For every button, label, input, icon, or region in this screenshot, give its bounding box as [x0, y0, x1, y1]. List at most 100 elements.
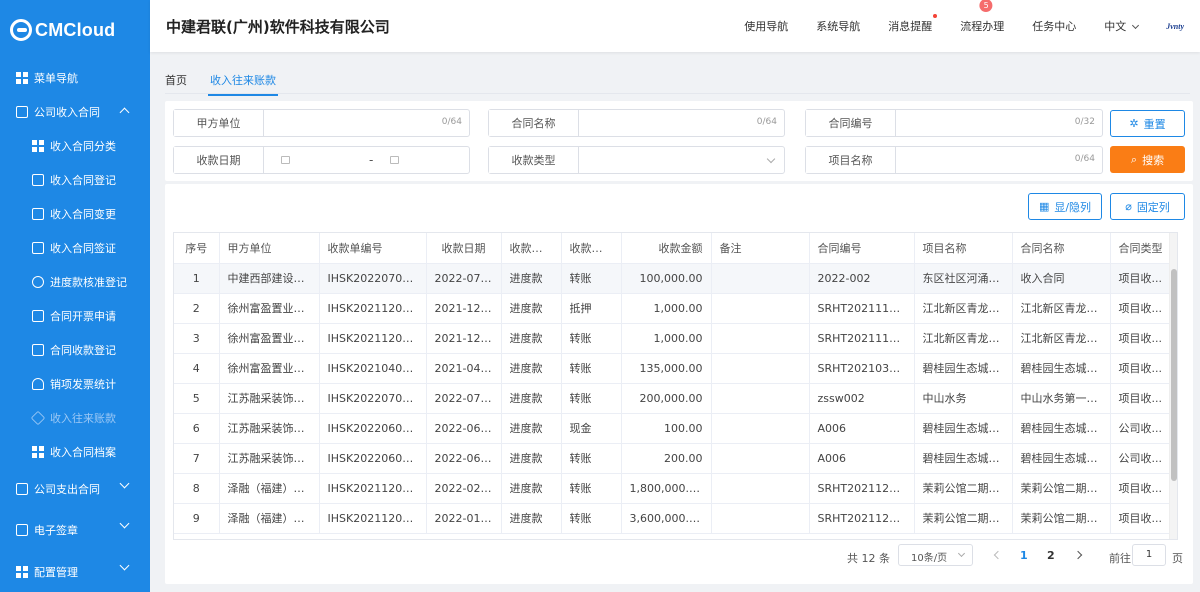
document-icon	[16, 483, 28, 495]
table-cell: 1	[174, 263, 220, 294]
sidebar-group-expense-contract[interactable]: 公司支出合同	[0, 469, 150, 509]
table-cell: 徐州富盈置业有...	[219, 323, 320, 354]
contract-no-field[interactable]: 合同编号 0/32	[805, 109, 1103, 137]
header-nav-task-center[interactable]: 任务中心	[1032, 18, 1076, 34]
table-row[interactable]: 6 江苏融采装饰有... IHSK2022060144 2022-06-30 进度款 现金…	[174, 413, 1172, 444]
table-row[interactable]: 2 徐州富盈置业有... IHSK2021120068 2021-12-20 进度款 抵押…	[174, 293, 1172, 324]
prev-page-icon[interactable]	[993, 550, 1003, 560]
contract-name-field[interactable]: 合同名称 0/64	[488, 109, 785, 137]
next-page-icon[interactable]	[1073, 550, 1083, 560]
column-header[interactable]: 合同类型	[1110, 233, 1172, 264]
sidebar-group-config[interactable]: 配置管理	[0, 551, 150, 592]
table-cell: 碧桂园生态城—...	[914, 353, 1013, 384]
sidebar-item-invoice-request[interactable]: 合同开票申请	[0, 299, 150, 333]
column-header[interactable]: 收款日期	[426, 233, 502, 264]
tab-income-accounts[interactable]: 收入往来账款	[208, 72, 278, 96]
table-cell: SRHT2021110254	[809, 323, 915, 354]
column-header[interactable]: 合同名称	[1012, 233, 1111, 264]
data-table: 序号 甲方单位 收款单编号 收款日期 收款类型 收款方式 收款金额 备注 合同编…	[173, 232, 1178, 540]
table-row[interactable]: 3 徐州富盈置业有... IHSK2021120067 2021-12-20 进度款 转账…	[174, 323, 1172, 354]
language-label: 中文	[1104, 20, 1127, 33]
table-cell: 9	[174, 503, 220, 534]
column-header[interactable]: 收款类型	[501, 233, 562, 264]
header-nav-process[interactable]: 5 流程办理	[960, 0, 1004, 34]
sidebar-item-label: 合同收款登记	[50, 344, 116, 357]
sidebar-group-esign[interactable]: 电子签章	[0, 509, 150, 551]
table-row[interactable]: 8 泽融（福建）投... IHSK2021120076 2022-02-02 进度款 转账…	[174, 473, 1172, 504]
table-cell: 茉莉公馆二期项...	[1012, 473, 1111, 504]
table-cell: 2022-06-22	[426, 443, 502, 474]
sidebar-item-income-contract-register[interactable]: 收入合同登记	[0, 163, 150, 197]
sidebar-item-label: 菜单导航	[34, 72, 78, 85]
collect-type-select[interactable]: 收款类型	[488, 146, 785, 174]
table-cell: 3	[174, 323, 220, 354]
reset-button[interactable]: ✲ 重置	[1110, 110, 1185, 137]
sidebar-item-output-invoice-stats[interactable]: 销项发票统计	[0, 367, 150, 401]
table-cell: 碧桂园生态城—...	[1012, 443, 1111, 474]
grid-icon	[32, 140, 44, 152]
table-cell: 进度款	[501, 383, 562, 414]
scrollbar-thumb[interactable]	[1171, 269, 1177, 481]
table-cell	[711, 383, 810, 414]
table-row[interactable]: 9 泽融（福建）投... IHSK2021120076 2022-01-14 进度款 转账…	[174, 503, 1172, 534]
fix-column-button[interactable]: ⌀ 固定列	[1110, 193, 1185, 220]
button-label: 显/隐列	[1054, 200, 1092, 214]
table-cell: 抵押	[561, 293, 622, 324]
sidebar-item-income-accounts[interactable]: 收入往来账款	[0, 401, 150, 435]
party-a-field[interactable]: 甲方单位 0/64	[173, 109, 470, 137]
language-select[interactable]: 中文	[1104, 18, 1140, 34]
tab-home[interactable]: 首页	[165, 72, 187, 88]
sidebar-item-income-contract-archive[interactable]: 收入合同档案	[0, 435, 150, 469]
table-row[interactable]: 5 江苏融采装饰有... IHSK2022070157 2022-07-22 进度款 转账…	[174, 383, 1172, 414]
sidebar-item-income-contract-visa[interactable]: 收入合同签证	[0, 231, 150, 265]
cloud-logo-icon	[10, 19, 32, 41]
sidebar-item-label: 收入往来账款	[50, 412, 116, 425]
sidebar-item-income-contract-category[interactable]: 收入合同分类	[0, 129, 150, 163]
vertical-scrollbar[interactable]	[1169, 233, 1177, 539]
column-header[interactable]: 收款方式	[561, 233, 622, 264]
sidebar-menu-nav[interactable]: 菜单导航	[0, 61, 150, 95]
column-header[interactable]: 序号	[174, 233, 220, 264]
table-row[interactable]: 1 中建西部建设新... IHSK2022070158 2022-07-27 进度款 转账…	[174, 263, 1172, 294]
page-2[interactable]: 2	[1047, 549, 1055, 562]
show-hide-columns-button[interactable]: ▦ 显/隐列	[1028, 193, 1102, 220]
table-cell: A006	[809, 443, 915, 474]
header-nav-messages[interactable]: 消息提醒	[888, 14, 938, 34]
column-header[interactable]: 甲方单位	[219, 233, 320, 264]
column-header[interactable]: 项目名称	[914, 233, 1013, 264]
table-cell: 转账	[561, 503, 622, 534]
goto-page-input[interactable]: 1	[1132, 544, 1166, 566]
table-cell: 现金	[561, 413, 622, 444]
table-row[interactable]: 7 江苏融采装饰有... IHSK2022060144 2022-06-22 进度款 转账…	[174, 443, 1172, 474]
column-header[interactable]: 合同编号	[809, 233, 915, 264]
header-nav-usage-guide[interactable]: 使用导航	[744, 18, 788, 34]
header-nav-system-nav[interactable]: 系统导航	[816, 18, 860, 34]
project-name-field[interactable]: 项目名称 0/64	[805, 146, 1103, 174]
table-cell: 进度款	[501, 413, 562, 444]
column-header[interactable]: 收款金额	[621, 233, 712, 264]
company-name: 中建君联(广州)软件科技有限公司	[166, 17, 390, 36]
calendar-icon	[32, 344, 44, 356]
column-header[interactable]: 备注	[711, 233, 810, 264]
magic-wand-icon: ✲	[1129, 117, 1139, 130]
column-header[interactable]: 收款单编号	[319, 233, 427, 264]
table-cell: 江北新区青龙绿...	[914, 323, 1013, 354]
table-row[interactable]: 4 徐州富盈置业有... IHSK2021040035 2021-04-27 进度款 转账…	[174, 353, 1172, 384]
sidebar-item-income-contract-change[interactable]: 收入合同变更	[0, 197, 150, 231]
top-header: 中建君联(广州)软件科技有限公司 使用导航 系统导航 消息提醒 5 流程办理 任…	[150, 0, 1200, 52]
goto-prefix: 前往	[1109, 552, 1131, 565]
field-label: 收款类型	[489, 147, 579, 173]
char-counter: 0/64	[441, 117, 462, 127]
page-size-select[interactable]: 10条/页	[898, 544, 973, 566]
process-count-badge: 5	[979, 0, 993, 12]
table-cell: 中山水务	[914, 383, 1013, 414]
sidebar-group-income-contract[interactable]: 公司收入合同	[0, 95, 150, 129]
sidebar-item-collection-register[interactable]: 合同收款登记	[0, 333, 150, 367]
sidebar-item-progress-payment[interactable]: 进度款核准登记	[0, 265, 150, 299]
page-1[interactable]: 1	[1020, 549, 1028, 562]
table-cell: 135,000.00	[621, 353, 712, 384]
table-cell: 2022-02-02	[426, 473, 502, 504]
search-button[interactable]: ⌕ 搜索	[1110, 146, 1185, 173]
sidebar-item-label: 配置管理	[34, 566, 78, 579]
collect-date-range[interactable]: 收款日期 -	[173, 146, 470, 174]
